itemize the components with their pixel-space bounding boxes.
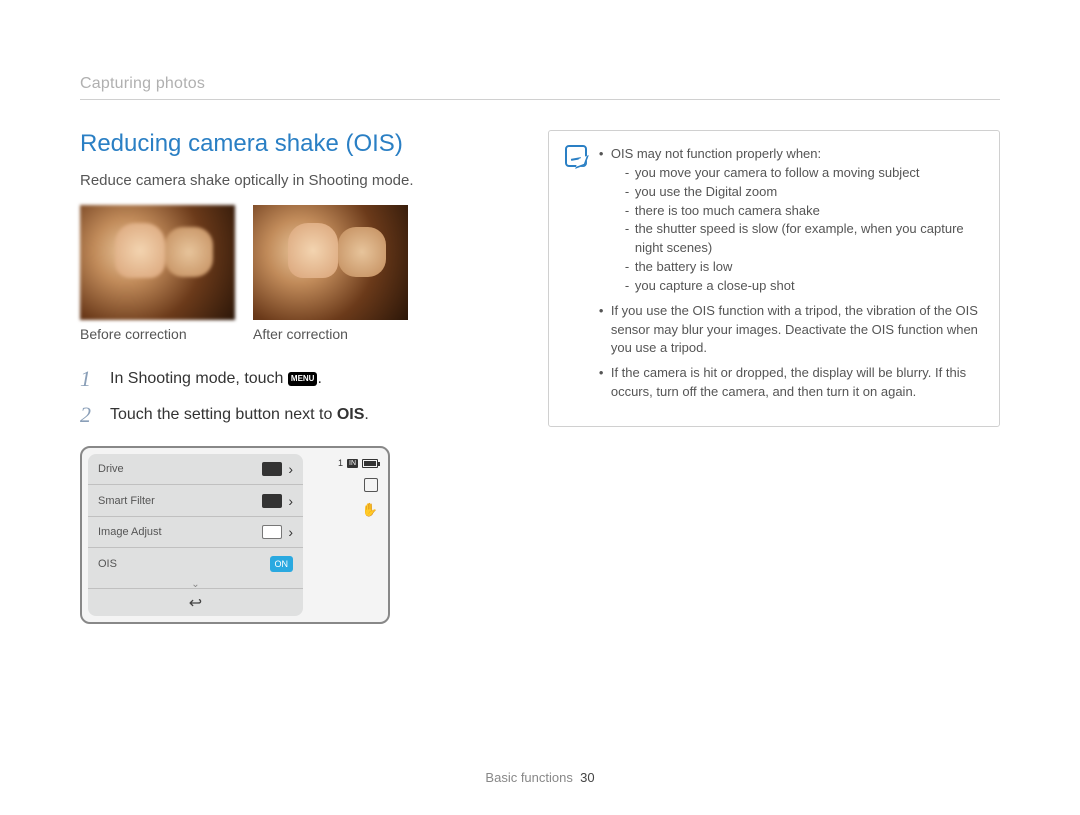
caption-after: After correction [253, 326, 408, 342]
counter: 1 [338, 458, 343, 468]
menu-row-smart-filter: Smart Filter › [88, 485, 303, 516]
photo-comparison [80, 205, 493, 320]
back-button: ↩ [88, 589, 303, 616]
caption-before: Before correction [80, 326, 235, 342]
description: Reduce camera shake optically in Shootin… [80, 172, 493, 189]
mode-icon [364, 478, 378, 492]
filter-icon [262, 494, 282, 508]
status-column: 1 IN ✋ [303, 454, 382, 616]
battery-icon [362, 459, 378, 468]
chevron-right-icon: › [288, 493, 293, 509]
step-number: 2 [80, 402, 98, 428]
note-bullet-1: OIS may not function properly when: you … [599, 145, 983, 296]
note-sub: there is too much camera shake [625, 202, 983, 221]
page-number: 30 [580, 770, 594, 785]
steps-list: 1 In Shooting mode, touch MENU. 2 Touch … [80, 366, 493, 428]
left-column: Reducing camera shake (OIS) Reduce camer… [80, 130, 493, 624]
menu-row-ois: OIS ON [88, 548, 303, 579]
section-label: Capturing photos [80, 75, 1000, 100]
note-list: OIS may not function properly when: you … [599, 145, 983, 408]
note-sub: you use the Digital zoom [625, 183, 983, 202]
note-icon [565, 145, 587, 167]
note-sub: the shutter speed is slow (for example, … [625, 220, 983, 258]
adjust-icon [262, 525, 282, 539]
step-1: 1 In Shooting mode, touch MENU. [80, 366, 493, 392]
menu-icon: MENU [288, 372, 318, 386]
note-bullet-3: If the camera is hit or dropped, the dis… [599, 364, 983, 402]
note-sub: you capture a close-up shot [625, 277, 983, 296]
menu-row-image-adjust: Image Adjust › [88, 517, 303, 548]
step-2: 2 Touch the setting button next to OIS. [80, 402, 493, 428]
note-box: OIS may not function properly when: you … [548, 130, 1000, 427]
menu-panel: Drive › Smart Filter › Image Adjust › [88, 454, 303, 616]
menu-row-drive: Drive › [88, 454, 303, 485]
step-number: 1 [80, 366, 98, 392]
ois-hand-icon: ✋ [362, 502, 378, 518]
note-sub: you move your camera to follow a moving … [625, 164, 983, 183]
chevron-right-icon: › [288, 524, 293, 540]
ois-on-badge: ON [270, 556, 294, 572]
drive-icon [262, 462, 282, 476]
step-text: In Shooting mode, touch MENU. [110, 370, 322, 388]
note-sub: the battery is low [625, 258, 983, 277]
footer-section: Basic functions [485, 770, 572, 785]
heading: Reducing camera shake (OIS) [80, 130, 493, 158]
photo-after [253, 205, 408, 320]
chevron-right-icon: › [288, 461, 293, 477]
photo-before [80, 205, 235, 320]
page-footer: Basic functions 30 [0, 770, 1080, 785]
step-text: Touch the setting button next to OIS. [110, 406, 369, 424]
camera-screen-illustration: Drive › Smart Filter › Image Adjust › [80, 446, 390, 624]
chevron-down-icon: ⌄ [88, 579, 303, 589]
in-badge: IN [347, 459, 358, 468]
right-column: OIS may not function properly when: you … [548, 130, 1000, 624]
note-bullet-2: If you use the OIS function with a tripo… [599, 302, 983, 359]
